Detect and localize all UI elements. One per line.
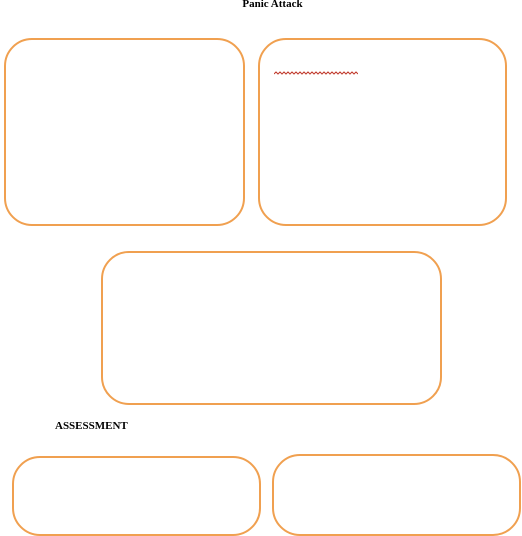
text-box-assessment-right[interactable] xyxy=(272,454,521,536)
page-title: Panic Attack xyxy=(242,0,303,10)
text-box-assessment-left[interactable] xyxy=(12,456,261,536)
text-box-top-right[interactable] xyxy=(258,38,507,226)
text-box-center[interactable] xyxy=(101,251,442,405)
assessment-heading: ASSESSMENT xyxy=(55,420,128,432)
text-box-top-left[interactable] xyxy=(4,38,245,226)
spellcheck-squiggle-icon xyxy=(274,71,358,75)
